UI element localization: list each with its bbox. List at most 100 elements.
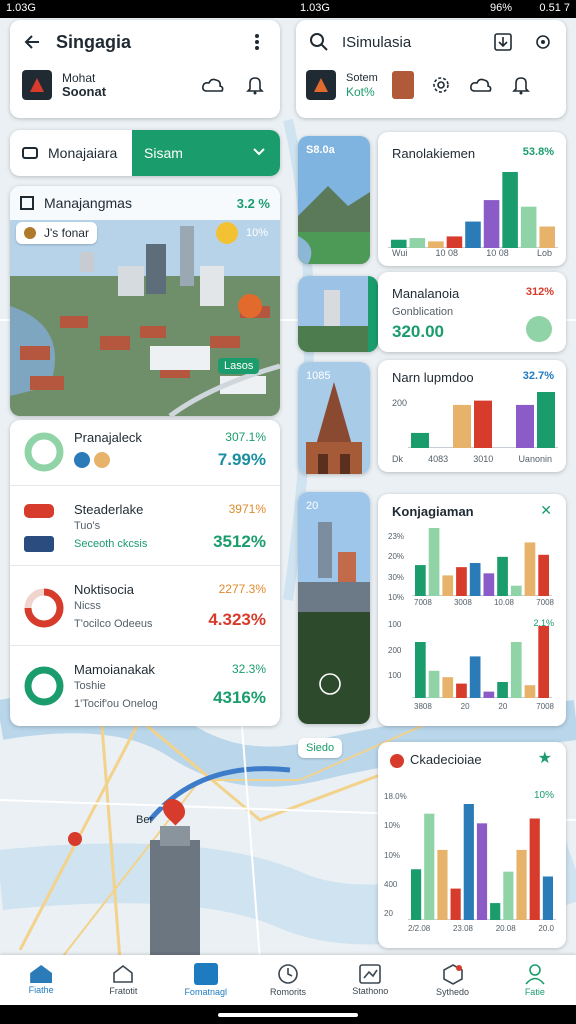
thumbnail-tag: S8.0a <box>306 144 335 156</box>
thumbnail-temple[interactable]: 1085 <box>298 362 370 474</box>
more-options-icon[interactable] <box>244 29 270 55</box>
bottom-navigation: Fiathe Fratotit Fomatnagl Romorits Stath… <box>0 955 576 1005</box>
stat-top-value: 3971% <box>228 502 266 516</box>
nav-fatie[interactable]: Fatie <box>494 955 576 1005</box>
download-icon[interactable] <box>490 29 516 55</box>
photo-card-badge: 10% <box>216 222 268 244</box>
status-time-clock: 0.51 7 <box>539 2 570 14</box>
donut-chart-icon <box>24 666 64 706</box>
x-axis-labels: Wui 10 08 10 08 Lob <box>392 248 552 258</box>
chip-label: J's fonar <box>44 226 89 240</box>
card-value: 53.8% <box>522 146 554 158</box>
stat-item[interactable]: Noktisocia Nicss T'ocilco Odeeus 2277.3%… <box>10 576 280 646</box>
x-tick: 10 08 <box>435 248 459 258</box>
map-pin-small-icon[interactable] <box>68 832 82 846</box>
bar-h <box>510 642 522 698</box>
skyline-photo <box>298 492 370 724</box>
y-axis: 23% 20% 30% 10% <box>388 532 404 602</box>
cloud-icon[interactable] <box>468 72 494 98</box>
photo-card-value: 3.2 % <box>236 195 270 211</box>
cloud-icon[interactable] <box>200 72 226 98</box>
stat-item[interactable]: Pranajaleck 307.1% 7.99% <box>10 420 280 486</box>
house-outline-icon <box>113 964 134 983</box>
stat-title: Pranajaleck <box>74 430 142 445</box>
nav-fratotit[interactable]: Fratotit <box>82 955 164 1005</box>
stat-avatars <box>74 452 110 468</box>
bar-a <box>415 565 426 596</box>
status-check-icon <box>526 316 552 342</box>
nav-romorits[interactable]: Romorits <box>247 955 329 1005</box>
bar-chart <box>408 392 558 448</box>
bar-b <box>428 670 440 698</box>
x-tick: 3008 <box>453 598 472 607</box>
dropdown-value: Sisam <box>144 145 183 161</box>
x-tick: 20 <box>498 702 508 711</box>
building-icon <box>20 196 34 210</box>
map-pin-marker[interactable] <box>238 294 262 318</box>
bar-c <box>453 404 471 448</box>
bar-j <box>529 818 540 920</box>
bar-j <box>538 626 549 698</box>
chart-card-konjagiaman[interactable]: Konjagiaman ✕ 23% 20% 30% 10% 7008 3008 … <box>378 494 566 726</box>
location-pin-icon <box>390 754 404 768</box>
home-bar[interactable] <box>218 1013 358 1017</box>
bar-chart <box>388 172 558 248</box>
y-tick: 10% <box>384 850 401 860</box>
bar-g <box>497 682 508 698</box>
clock-icon <box>278 964 298 984</box>
x-tick: Lob <box>536 248 552 258</box>
bar-g <box>497 556 508 596</box>
nav-stathono[interactable]: Stathono <box>329 955 411 1005</box>
bar-chart <box>408 804 556 920</box>
nav-fomatnagl[interactable]: Fomatnagl <box>165 955 247 1005</box>
category-dropdown[interactable]: Monajaiara Sisam <box>10 130 280 176</box>
nav-label: Stathono <box>352 986 389 996</box>
bar-e <box>465 221 481 248</box>
x-tick: 10 08 <box>486 248 509 258</box>
card-value: 32.7% <box>522 370 554 382</box>
chart-card-narn[interactable]: Narn lupmdoo 32.7% 200 Dk 4083 3010 Uano… <box>378 360 566 472</box>
bar-a <box>411 869 422 920</box>
stat-top-value: 307.1% <box>225 430 266 444</box>
search-icon[interactable] <box>306 29 332 55</box>
settings-icon[interactable] <box>530 29 556 55</box>
stat-item[interactable]: Steaderlake Tuo's Seceoth ckcsis 3971% 3… <box>10 496 280 566</box>
app-title: Singagia <box>56 31 132 52</box>
bell-icon[interactable] <box>242 72 268 98</box>
x-tick: 3808 <box>414 702 432 711</box>
bar-a <box>415 642 426 698</box>
dropdown-label: Monajaiara <box>48 145 118 161</box>
bar-d <box>446 236 463 248</box>
bar-f <box>516 404 534 448</box>
card-manalanoia[interactable]: Manalanoia 312% Gonblication 320.00 <box>378 272 566 352</box>
bar-i <box>539 226 555 248</box>
city-photo-card[interactable]: Manajangmas 3.2 % J's fonar 10% Lasos <box>10 186 280 416</box>
chart-card-ckadecioiae[interactable]: Ckadecioiae ★ 10% 18.0% 10% 10% 400 20 2… <box>378 742 566 948</box>
stats-icon <box>359 964 382 984</box>
search-input[interactable]: ISimulasia <box>342 34 411 51</box>
thumbnail-tower[interactable] <box>298 276 378 352</box>
card-title: Ranolakiemen <box>392 146 476 161</box>
thumbnail-skyline[interactable]: 20 <box>298 492 370 724</box>
star-icon[interactable]: ★ <box>538 748 552 768</box>
photo-card-chip[interactable]: J's fonar <box>16 222 97 244</box>
back-arrow-icon[interactable] <box>20 29 46 55</box>
stat-item[interactable]: Mamoianakak Toshie 1'Tocif'ou Onelog 32.… <box>10 656 280 726</box>
x-axis-labels: 2/2.08 23.08 20.08 20.0 <box>408 924 554 933</box>
right-header-card: ISimulasia Sotem Kot% <box>296 20 566 118</box>
gear-icon[interactable] <box>428 72 454 98</box>
avatar[interactable] <box>391 71 414 99</box>
map-chip[interactable]: Siedo <box>298 738 343 758</box>
stat-main-value: 4316% <box>213 688 266 707</box>
bar-chart <box>412 528 552 596</box>
stat-sub2: Seceoth ckcsis <box>74 538 148 550</box>
person-icon <box>525 964 545 985</box>
bell-icon[interactable] <box>508 72 534 98</box>
nav-home[interactable]: Fiathe <box>0 955 82 1005</box>
chart-card-ranolakiemen[interactable]: Ranolakiemen 53.8% Wui 10 08 10 08 Lob <box>378 132 566 266</box>
close-icon[interactable]: ✕ <box>540 502 552 519</box>
thumbnail-mountain[interactable]: S8.0a <box>298 136 370 264</box>
y-tick: 20% <box>388 552 405 562</box>
sun-icon <box>216 222 238 244</box>
nav-sythedo[interactable]: Sythedo <box>411 955 493 1005</box>
